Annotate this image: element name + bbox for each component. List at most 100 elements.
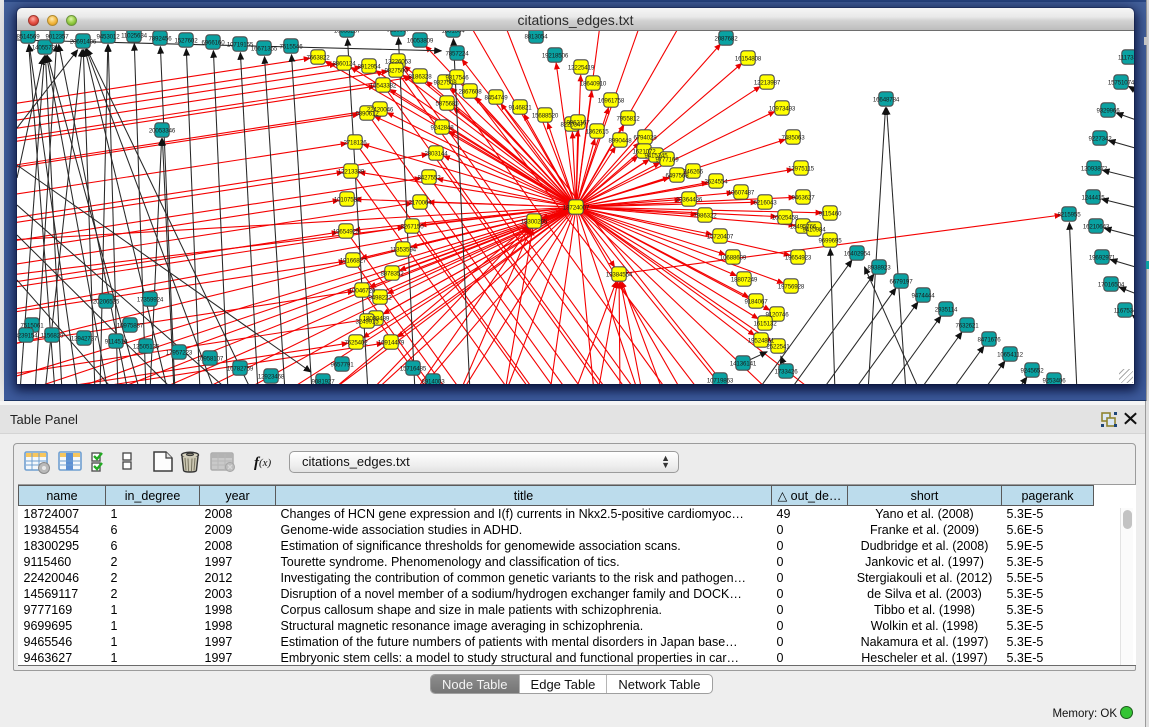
svg-text:10046726: 10046726: [349, 287, 376, 294]
svg-text:16402954: 16402954: [844, 250, 871, 257]
svg-text:18300295: 18300295: [521, 218, 548, 225]
svg-text:1733426: 1733426: [774, 368, 798, 375]
svg-text:8471676: 8471676: [977, 336, 1001, 343]
svg-text:16671355: 16671355: [251, 45, 278, 52]
svg-text:9081927: 9081927: [311, 378, 335, 384]
svg-text:746266: 746266: [683, 168, 703, 175]
svg-text:9123357: 9123357: [386, 31, 410, 33]
svg-text:6679197: 6679197: [889, 278, 913, 285]
svg-text:12923468: 12923468: [258, 373, 285, 380]
svg-text:8215955: 8215955: [1057, 211, 1081, 218]
svg-text:18724007: 18724007: [563, 204, 590, 211]
svg-text:16914479: 16914479: [378, 339, 405, 346]
svg-text:7986322: 7986322: [693, 212, 717, 219]
svg-text:7632621: 7632621: [955, 322, 979, 329]
svg-text:13226053: 13226053: [385, 58, 412, 65]
svg-text:10958107: 10958107: [197, 355, 224, 362]
svg-text:9474444: 9474444: [911, 292, 935, 299]
svg-text:12213987: 12213987: [754, 79, 781, 86]
svg-text:10975887: 10975887: [117, 322, 144, 329]
svg-text:12942737: 12942737: [71, 335, 98, 342]
svg-text:9114519: 9114519: [105, 338, 128, 345]
svg-text:3624554: 3624554: [704, 178, 728, 185]
svg-text:9453012: 9453012: [96, 33, 120, 40]
svg-text:2087682: 2087682: [714, 35, 738, 42]
svg-text:9699695: 9699695: [818, 237, 842, 244]
svg-text:8186328: 8186328: [408, 73, 432, 80]
svg-text:6216043: 6216043: [753, 199, 777, 206]
svg-text:12093872: 12093872: [1081, 165, 1108, 172]
svg-text:5875685: 5875685: [435, 100, 459, 107]
svg-text:7663822: 7663822: [306, 54, 330, 61]
svg-text:9410984: 9410984: [802, 226, 826, 233]
svg-text:19654923: 19654923: [785, 254, 812, 261]
svg-text:9463627: 9463627: [791, 194, 815, 201]
svg-text:12505135: 12505135: [133, 343, 160, 350]
svg-text:8860124: 8860124: [332, 60, 356, 67]
svg-text:8914003: 8914003: [421, 378, 445, 384]
svg-text:9329966: 9329966: [1096, 107, 1120, 114]
svg-text:11353594: 11353594: [390, 246, 417, 253]
svg-text:9146821: 9146821: [508, 104, 532, 111]
svg-text:10719155: 10719155: [227, 41, 254, 48]
svg-text:10025458: 10025458: [772, 214, 799, 221]
svg-text:1881304: 1881304: [441, 31, 465, 34]
svg-text:7515061: 7515061: [20, 322, 44, 329]
svg-text:8813054: 8813054: [524, 33, 548, 40]
svg-text:9242848: 9242848: [430, 124, 454, 131]
svg-text:(x): (x): [259, 457, 272, 469]
svg-text:9012357: 9012357: [45, 33, 69, 40]
svg-text:19384554: 19384554: [606, 271, 633, 278]
svg-text:19166827: 19166827: [340, 257, 367, 264]
svg-text:11025634: 11025634: [121, 32, 148, 39]
svg-text:7955812: 7955812: [616, 115, 640, 122]
svg-text:8454749: 8454749: [484, 94, 508, 101]
svg-text:9657791: 9657791: [330, 361, 354, 368]
svg-text:7857224: 7857224: [445, 50, 469, 57]
svg-text:16648784: 16648784: [873, 96, 900, 103]
svg-text:15720407: 15720407: [707, 233, 734, 240]
svg-text:10654112: 10654112: [997, 351, 1024, 358]
svg-text:14055721: 14055721: [32, 44, 59, 51]
svg-text:8267150: 8267150: [400, 223, 424, 230]
svg-text:8938923: 8938923: [867, 264, 891, 271]
svg-text:9317546: 9317546: [445, 74, 469, 81]
svg-text:15716485: 15716485: [400, 365, 427, 372]
svg-text:20691406: 20691406: [70, 38, 97, 45]
svg-text:1527602: 1527602: [174, 37, 198, 44]
svg-text:9827500: 9827500: [384, 67, 408, 74]
svg-text:6794028: 6794028: [633, 134, 657, 141]
svg-text:20364436: 20364436: [676, 196, 703, 203]
svg-text:9890612: 9890612: [355, 110, 379, 117]
svg-text:18640910: 18640910: [580, 80, 607, 87]
svg-text:20053346: 20053346: [149, 127, 176, 134]
svg-text:1156829: 1156829: [41, 332, 64, 339]
svg-text:8427552: 8427552: [417, 174, 441, 181]
svg-text:2718126: 2718126: [343, 139, 367, 146]
svg-text:10653287: 10653287: [334, 31, 361, 34]
svg-text:7485063: 7485063: [781, 134, 805, 141]
svg-text:9253406: 9253406: [1042, 377, 1066, 384]
svg-text:1117334: 1117334: [1118, 54, 1134, 61]
svg-text:16154808: 16154808: [735, 55, 762, 62]
svg-text:16782759: 16782759: [227, 365, 254, 372]
svg-text:9120746: 9120746: [765, 311, 789, 318]
svg-text:18807249: 18807249: [731, 276, 758, 283]
svg-text:2935114: 2935114: [935, 306, 958, 313]
svg-text:1615132: 1615132: [753, 320, 777, 327]
svg-text:16210643: 16210643: [1083, 223, 1110, 230]
svg-text:17016504: 17016504: [1098, 281, 1125, 288]
svg-text:17359924: 17359924: [137, 296, 164, 303]
svg-text:17957223: 17957223: [166, 349, 193, 356]
svg-text:1362615: 1362615: [585, 128, 609, 135]
svg-text:10719863: 10719863: [707, 377, 734, 384]
svg-text:9962167: 9962167: [566, 119, 590, 126]
svg-text:16053809: 16053809: [407, 37, 434, 44]
svg-text:9777169: 9777169: [655, 156, 679, 163]
svg-text:10973493: 10973493: [769, 105, 796, 112]
svg-text:15751074: 15751074: [1108, 79, 1134, 86]
svg-text:8878352: 8878352: [380, 270, 404, 277]
svg-text:15688520: 15688520: [532, 112, 559, 119]
svg-text:19218506: 19218506: [542, 52, 569, 59]
svg-text:9245652: 9245652: [1020, 367, 1044, 374]
